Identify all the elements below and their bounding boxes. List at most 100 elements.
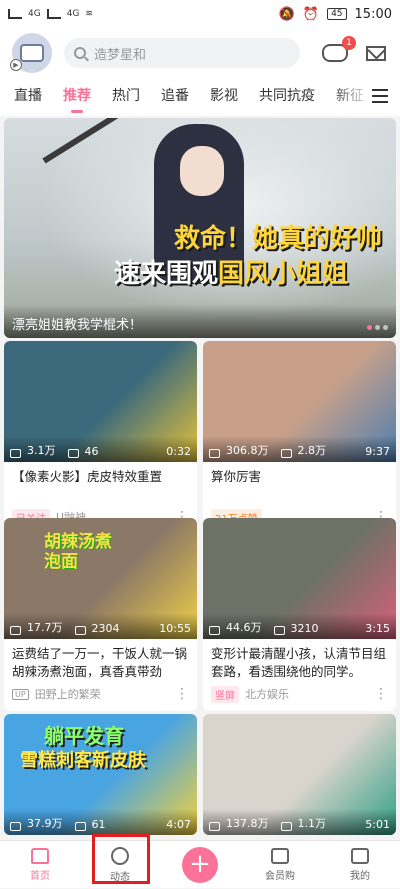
video-title: 运费结了一万一，干饭人就一锅胡辣汤煮泡面，真香真带劲: [12, 646, 188, 679]
avatar[interactable]: ▶: [10, 33, 52, 73]
more-icon[interactable]: ⋮: [374, 686, 388, 702]
wifi-icon: ≋: [85, 9, 93, 19]
nav-me[interactable]: 我的: [320, 841, 400, 889]
banner-carousel[interactable]: 救命！她真的好帅 速来围观国风小姐姐 漂亮姐姐教我学棍术！: [4, 118, 396, 338]
play-count-icon: [209, 626, 220, 635]
carousel-dot: [375, 325, 380, 330]
danmaku-count: 1.1万: [297, 817, 327, 830]
menu-icon[interactable]: [372, 89, 388, 103]
video-tag: 竖屏: [211, 685, 239, 703]
play-count-icon: [209, 822, 220, 831]
video-card[interactable]: 44.6万 3210 3:15 变形计最清醒小孩，认清节目组套路，看透围绕他的同学。竖…: [203, 518, 396, 711]
tv-icon: [20, 44, 44, 62]
nav-home[interactable]: 首页: [0, 841, 80, 889]
alarm-icon: ⏰: [302, 6, 320, 22]
banner-face: [180, 146, 224, 196]
video-card[interactable]: 胡辣汤煮泡面 17.7万 2304 10:55 运费结了一万一，干饭人就一锅胡辣汤煮泡面…: [4, 518, 197, 711]
battery-icon: 45: [327, 8, 347, 20]
duration: 5:01: [365, 818, 390, 831]
nav-mall[interactable]: 会员购: [240, 841, 320, 889]
video-card[interactable]: 3.1万460:32【像素火影】虎皮特效重置已关注U鼬神⋮: [4, 341, 197, 534]
search-icon: [74, 47, 86, 59]
carousel-dot: [383, 325, 388, 330]
danmaku-icon: [74, 626, 86, 635]
duration: 10:55: [159, 622, 191, 635]
danmaku-count: 61: [91, 818, 106, 831]
danmaku-count: 2304: [91, 622, 120, 635]
video-stats: 44.6万 3210 3:15: [203, 613, 396, 639]
view-count: 137.8万: [226, 817, 269, 830]
home-icon: [31, 848, 49, 864]
video-thumbnail: 306.8万 2.8万 9:37: [203, 341, 396, 462]
tab-live[interactable]: 直播: [14, 78, 42, 116]
video-meta: UP 田野上的繁荣 ⋮: [4, 685, 197, 711]
shopping-bag-icon: [271, 848, 289, 864]
play-count-icon: [10, 449, 21, 458]
game-center-button[interactable]: 1: [322, 36, 356, 62]
video-thumbnail: 躺平发育 雪糕刺客新皮肤 37.9万 61 4:07: [4, 714, 197, 835]
channel-tabs: 直播 推荐 热门 追番 影视 共同抗疫 新征: [0, 78, 400, 116]
tab-anime[interactable]: 追番: [161, 78, 189, 116]
bell-mute-icon: 🔕: [278, 6, 295, 22]
tab-movies[interactable]: 影视: [210, 78, 238, 116]
video-stats: 3.1万 46 0:32: [4, 436, 197, 462]
notification-badge: 1: [342, 36, 356, 50]
video-title: 算你厉害: [211, 469, 262, 484]
tab-recommend[interactable]: 推荐: [63, 78, 91, 116]
tab-fade: [332, 78, 372, 116]
danmaku-icon: [280, 822, 292, 831]
video-card[interactable]: 306.8万2.8万9:37算你厉害21万点赞⋮: [203, 341, 396, 534]
video-card[interactable]: 躺平发育 雪糕刺客新皮肤 37.9万 61 4:07: [4, 714, 197, 835]
status-bar: 4G 4G ≋ 🔕 ⏰ 45 15:00: [0, 0, 400, 28]
banner-headline-2: 速来围观国风小姐姐: [114, 253, 348, 290]
plus-icon: +: [182, 847, 218, 883]
danmaku-icon: [273, 626, 285, 635]
play-icon: ▶: [10, 59, 22, 71]
banner-headline-1: 救命！她真的好帅: [174, 224, 383, 254]
clock: 15:00: [354, 6, 392, 22]
video-title: 【像素火影】虎皮特效重置: [12, 469, 163, 484]
video-card[interactable]: 137.8万 1.1万 5:01: [203, 714, 396, 835]
nav-publish[interactable]: +: [160, 841, 240, 889]
thumb-overlay-text: 雪糕刺客新皮肤: [20, 750, 146, 771]
video-tag: UP: [12, 688, 29, 700]
tv-face-icon: [351, 848, 369, 864]
author-name: 北方娱乐: [245, 688, 289, 701]
net-type-2: 4G: [66, 9, 80, 19]
banner-headline-2b: 国风小姐姐: [218, 259, 349, 289]
play-count-icon: [10, 626, 21, 635]
view-count: 3.1万: [27, 444, 56, 457]
video-stats: 306.8万 2.8万 9:37: [203, 436, 396, 462]
bottom-nav: 首页 动态 + 会员购 我的: [0, 840, 400, 888]
duration: 4:07: [166, 818, 191, 831]
view-count: 17.7万: [27, 621, 63, 634]
play-count-icon: [10, 822, 21, 831]
signal-icon-2: [46, 9, 61, 19]
video-stats: 137.8万 1.1万 5:01: [203, 809, 396, 835]
duration: 9:37: [365, 445, 390, 458]
thumb-overlay-text: 躺平发育: [44, 724, 124, 748]
search-input[interactable]: 造梦星和: [64, 38, 300, 68]
net-type-1: 4G: [28, 9, 41, 19]
video-meta: 竖屏 北方娱乐 ⋮: [203, 685, 396, 711]
video-thumbnail: 胡辣汤煮泡面 17.7万 2304 10:55: [4, 518, 197, 639]
more-icon[interactable]: ⋮: [175, 686, 189, 702]
video-stats: 17.7万 2304 10:55: [4, 613, 197, 639]
danmaku-count: 3210: [290, 622, 319, 635]
top-header: ▶ 造梦星和 1: [0, 28, 400, 78]
search-placeholder: 造梦星和: [94, 47, 147, 63]
nav-home-label: 首页: [30, 871, 50, 882]
danmaku-icon: [74, 822, 86, 831]
carousel-dots: [367, 325, 388, 330]
carousel-dot: [367, 325, 372, 330]
tab-hot[interactable]: 热门: [112, 78, 140, 116]
banner-caption: 漂亮姐姐教我学棍术！: [4, 304, 396, 338]
danmaku-count: 2.8万: [297, 444, 327, 457]
video-stats: 37.9万 61 4:07: [4, 809, 197, 835]
mail-icon[interactable]: [366, 45, 386, 61]
tab-anti-epidemic[interactable]: 共同抗疫: [259, 78, 315, 116]
author-name: 田野上的繁荣: [34, 688, 101, 701]
view-count: 306.8万: [226, 444, 269, 457]
nav-me-label: 我的: [350, 871, 370, 882]
highlight-box: [92, 834, 150, 884]
